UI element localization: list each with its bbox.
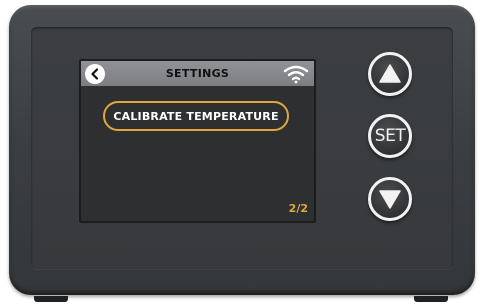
down-button[interactable] bbox=[368, 177, 412, 221]
set-button-label: SET bbox=[374, 125, 406, 146]
up-arrow-icon bbox=[379, 64, 401, 83]
device-foot-left bbox=[34, 296, 68, 302]
device-foot-right bbox=[414, 296, 448, 302]
controller-device: SETTINGS CALIBRATE TEMPERATURE 2/2 SET bbox=[0, 0, 482, 305]
set-button[interactable]: SET bbox=[368, 114, 412, 158]
lcd-screen: SETTINGS CALIBRATE TEMPERATURE 2/2 bbox=[79, 59, 316, 223]
calibrate-temperature-option[interactable]: CALIBRATE TEMPERATURE bbox=[103, 101, 289, 131]
up-button[interactable] bbox=[368, 52, 412, 96]
wifi-icon bbox=[283, 65, 309, 84]
back-button[interactable] bbox=[85, 64, 105, 84]
down-arrow-icon bbox=[379, 190, 401, 209]
page-indicator: 2/2 bbox=[288, 202, 308, 215]
chevron-left-icon bbox=[91, 68, 99, 80]
screen-title: SETTINGS bbox=[165, 67, 230, 80]
